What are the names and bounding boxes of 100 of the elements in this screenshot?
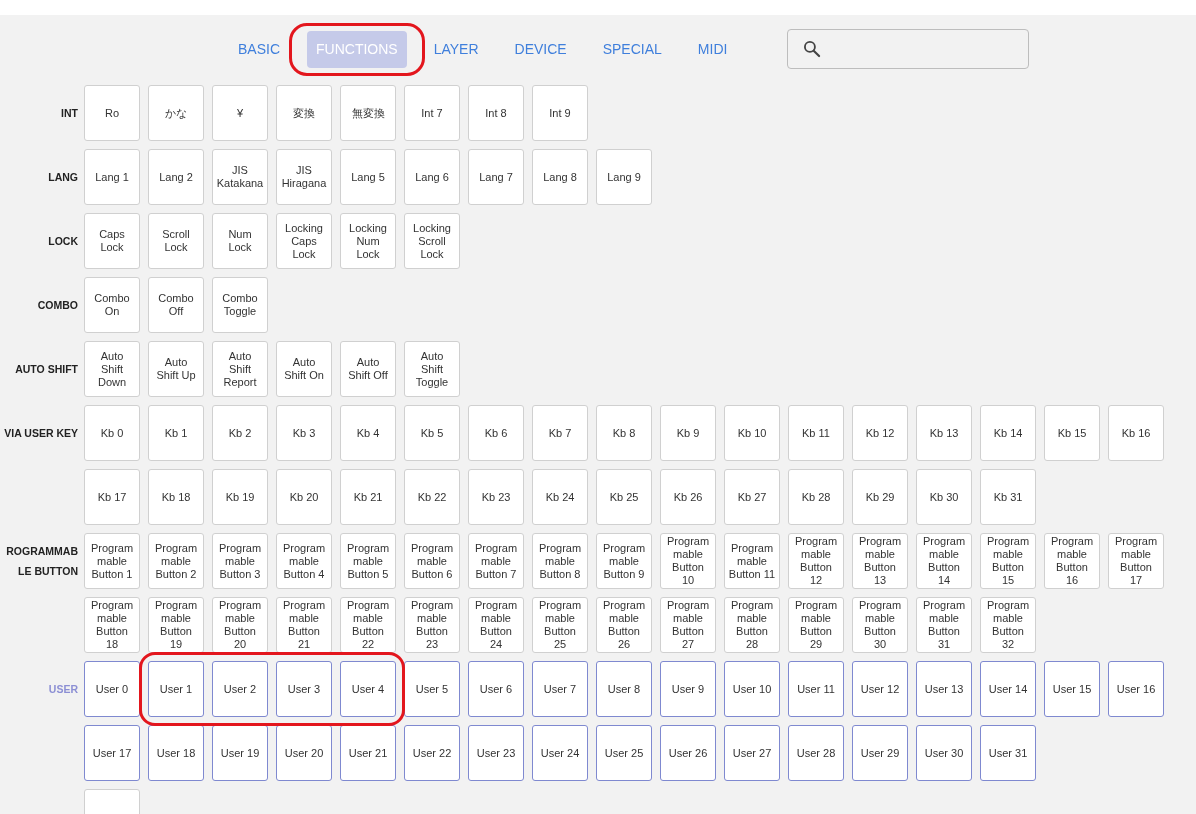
key-button[interactable]: User 4 (340, 661, 396, 717)
key-button[interactable]: User 16 (1108, 661, 1164, 717)
key-button[interactable]: Programmable Button 8 (532, 533, 588, 589)
key-button[interactable]: Kb 6 (468, 405, 524, 461)
key-button[interactable]: User 11 (788, 661, 844, 717)
key-button[interactable]: User 28 (788, 725, 844, 781)
key-button[interactable]: Programmable Button 13 (852, 533, 908, 589)
tab[interactable]: LAYER (424, 30, 488, 68)
key-button[interactable]: Programmable Button 15 (980, 533, 1036, 589)
key-button[interactable]: Lang 7 (468, 149, 524, 205)
key-button[interactable]: Auto Shift Toggle (404, 341, 460, 397)
key-button[interactable]: User 10 (724, 661, 780, 717)
key-button[interactable]: User 31 (980, 725, 1036, 781)
key-button[interactable]: Programmable Button 14 (916, 533, 972, 589)
key-button[interactable]: Kb 27 (724, 469, 780, 525)
key-button[interactable]: Ro (84, 85, 140, 141)
key-button[interactable]: Programmable Button 26 (596, 597, 652, 653)
key-button[interactable]: User 1 (148, 661, 204, 717)
key-button[interactable]: User 6 (468, 661, 524, 717)
key-button[interactable]: User 21 (340, 725, 396, 781)
key-button[interactable]: Programmable Button 1 (84, 533, 140, 589)
key-button[interactable]: Kb 17 (84, 469, 140, 525)
key-button[interactable]: User 27 (724, 725, 780, 781)
key-button[interactable]: Caps Lock (84, 213, 140, 269)
tab[interactable]: SPECIAL (593, 30, 671, 68)
key-button[interactable]: Programmable Button 10 (660, 533, 716, 589)
key-button[interactable]: JIS Katakana (212, 149, 268, 205)
key-button[interactable]: User 2 (212, 661, 268, 717)
key-button[interactable]: Programmable Button 17 (1108, 533, 1164, 589)
key-button[interactable]: Kb 9 (660, 405, 716, 461)
key-button[interactable]: Programmable Button 25 (532, 597, 588, 653)
key-button[interactable]: Programmable Button 7 (468, 533, 524, 589)
key-button[interactable]: Kb 11 (788, 405, 844, 461)
key-button[interactable]: Programmable Button 27 (660, 597, 716, 653)
key-button[interactable]: Locking Num Lock (340, 213, 396, 269)
key-button[interactable]: Kb 31 (980, 469, 1036, 525)
key-button[interactable]: Programmable Button 2 (148, 533, 204, 589)
key-button[interactable]: 変換 (276, 85, 332, 141)
key-button[interactable]: Programmable Button 6 (404, 533, 460, 589)
key-button[interactable]: Kb 15 (1044, 405, 1100, 461)
key-button[interactable]: Kb 3 (276, 405, 332, 461)
key-button[interactable]: Programmable Button 3 (212, 533, 268, 589)
key-button[interactable]: User 8 (596, 661, 652, 717)
key-button[interactable]: Programmable Button 30 (852, 597, 908, 653)
key-button[interactable]: Kb 24 (532, 469, 588, 525)
key-button[interactable]: Programmable Button 21 (276, 597, 332, 653)
key-button[interactable]: Kb 4 (340, 405, 396, 461)
key-button[interactable]: Num Lock (212, 213, 268, 269)
key-button[interactable]: User 9 (660, 661, 716, 717)
key-button[interactable]: Scroll Lock (148, 213, 204, 269)
key-button[interactable]: User 13 (916, 661, 972, 717)
tab[interactable]: BASIC (229, 30, 289, 68)
key-button[interactable]: Programmable Button 23 (404, 597, 460, 653)
key-button[interactable]: Kb 18 (148, 469, 204, 525)
key-button[interactable]: Lang 5 (340, 149, 396, 205)
key-button[interactable]: Programmable Button 29 (788, 597, 844, 653)
key-button[interactable]: Kb 10 (724, 405, 780, 461)
key-button[interactable]: Combo On (84, 277, 140, 333)
key-button[interactable]: Programmable Button 24 (468, 597, 524, 653)
key-button[interactable]: Programmable Button 32 (980, 597, 1036, 653)
key-button[interactable]: Kb 5 (404, 405, 460, 461)
key-button[interactable]: User 18 (148, 725, 204, 781)
key-button[interactable]: User 26 (660, 725, 716, 781)
key-button[interactable]: Kb 1 (148, 405, 204, 461)
key-button[interactable]: Auto Shift On (276, 341, 332, 397)
key-button[interactable]: User 29 (852, 725, 908, 781)
key-button[interactable]: User 3 (276, 661, 332, 717)
key-button[interactable]: Locking Caps Lock (276, 213, 332, 269)
key-button[interactable]: Auto Shift Report (212, 341, 268, 397)
key-button[interactable]: Kb 7 (532, 405, 588, 461)
key-button[interactable]: Programmable Button 5 (340, 533, 396, 589)
key-button[interactable]: Kb 0 (84, 405, 140, 461)
key-button[interactable]: Programmable Button 31 (916, 597, 972, 653)
key-button[interactable]: Int 7 (404, 85, 460, 141)
key-button[interactable]: Kb 19 (212, 469, 268, 525)
key-button[interactable]: 無変換 (340, 85, 396, 141)
key-button[interactable]: Kb 30 (916, 469, 972, 525)
key-button[interactable]: Lang 9 (596, 149, 652, 205)
key-button[interactable]: Programmable Button 22 (340, 597, 396, 653)
key-button[interactable]: User 24 (532, 725, 588, 781)
key-button[interactable]: Kb 21 (340, 469, 396, 525)
key-button[interactable]: Programmable Button 11 (724, 533, 780, 589)
key-button[interactable]: User 20 (276, 725, 332, 781)
key-button[interactable]: Kb 13 (916, 405, 972, 461)
key-button[interactable]: Kb 23 (468, 469, 524, 525)
key-button[interactable]: User 17 (84, 725, 140, 781)
key-button[interactable]: Programmable Button 4 (276, 533, 332, 589)
key-button[interactable]: Lang 2 (148, 149, 204, 205)
key-button[interactable]: Auto Shift Off (340, 341, 396, 397)
key-button[interactable]: かな (148, 85, 204, 141)
key-button[interactable]: Int 9 (532, 85, 588, 141)
key-button[interactable]: User 23 (468, 725, 524, 781)
key-button[interactable]: Programmable Button 28 (724, 597, 780, 653)
key-button[interactable]: Programmable Button 19 (148, 597, 204, 653)
key-button[interactable]: Locking Scroll Lock (404, 213, 460, 269)
tab[interactable]: DEVICE (505, 30, 576, 68)
key-button[interactable]: Kb 2 (212, 405, 268, 461)
key-button[interactable]: Kb 20 (276, 469, 332, 525)
key-button[interactable]: Programmable Button 20 (212, 597, 268, 653)
key-button[interactable]: Programmable Button 18 (84, 597, 140, 653)
